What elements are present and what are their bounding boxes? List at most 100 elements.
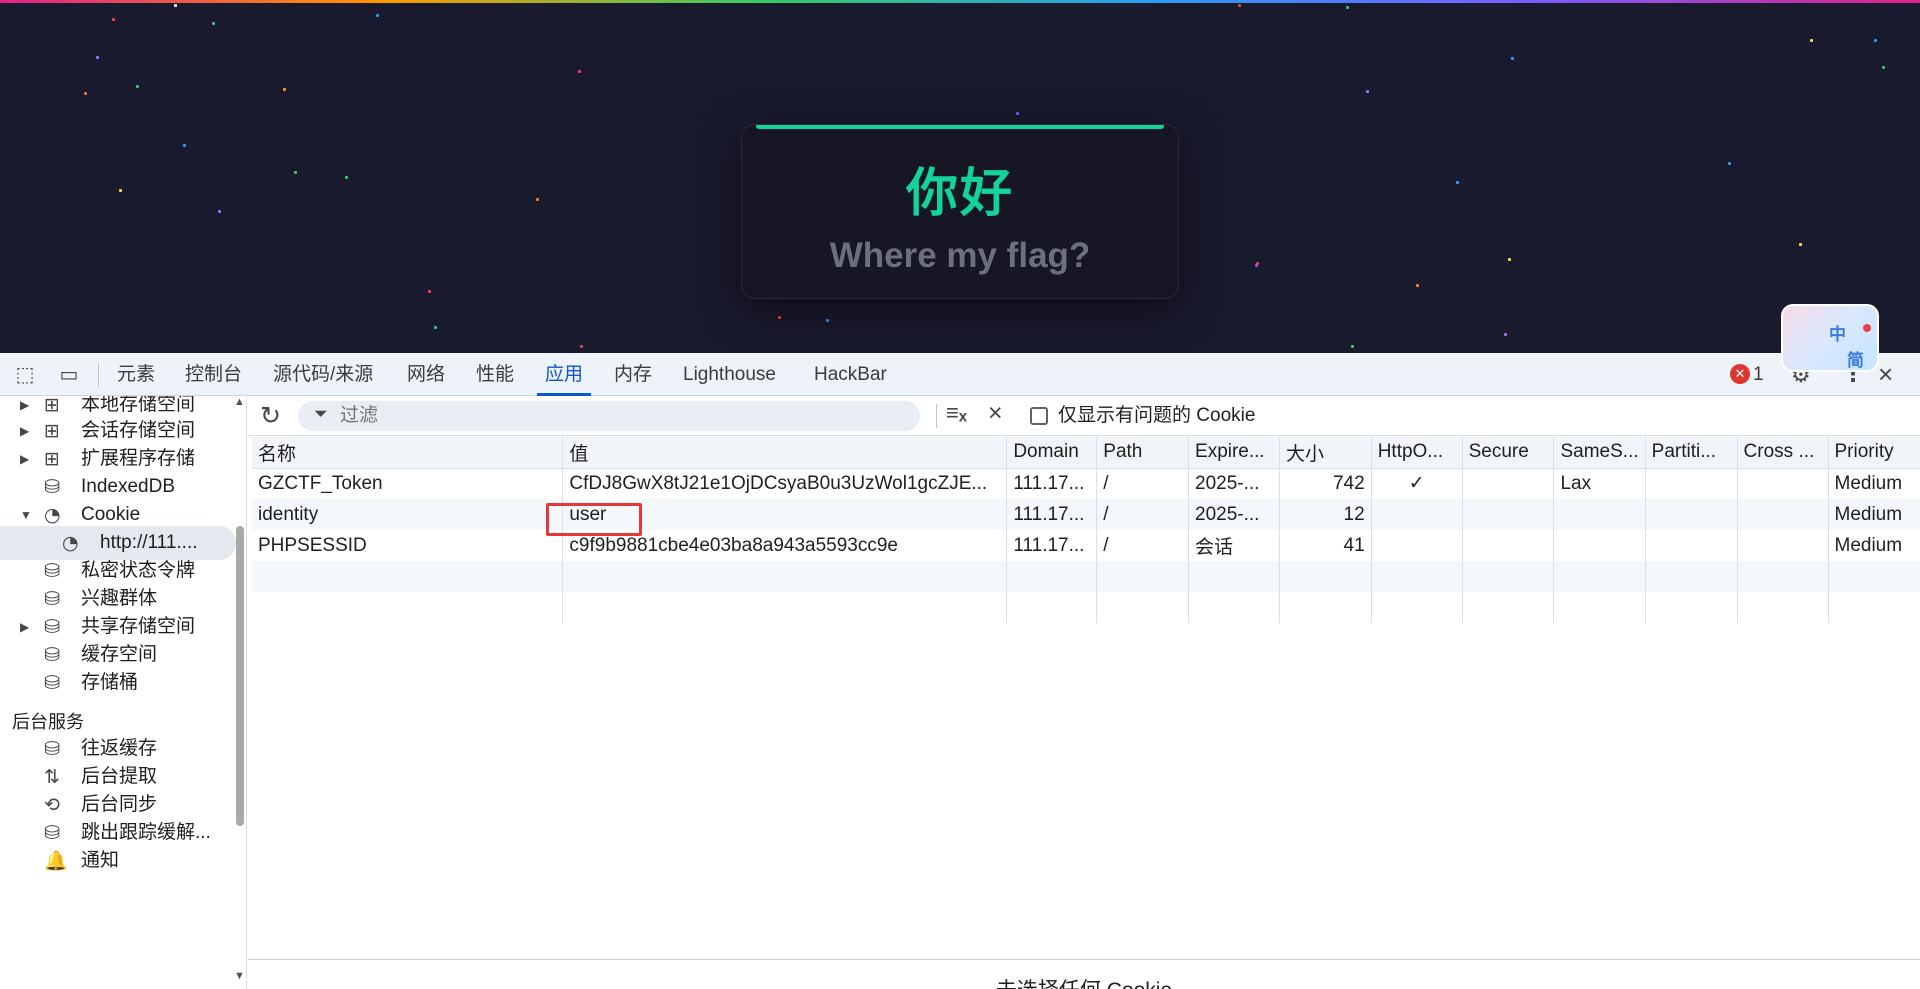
cookie-partition-cell[interactable] [1644, 530, 1738, 561]
tab-lighthouse[interactable]: Lighthouse [683, 353, 776, 396]
cookie-value-cell[interactable]: CfDJ8GwX8tJ21e1OjDCsyaB0u3UzWol1gcZJE... [562, 468, 1007, 499]
cookie-expires-cell[interactable]: 会话 [1188, 530, 1280, 561]
clear-all-cookies-icon[interactable]: ≡ₓ [946, 400, 967, 426]
cookie-domain-cell[interactable]: 111.17... [1006, 530, 1097, 561]
empty-cell [562, 592, 1007, 623]
cookie-priority-cell[interactable]: Medium [1827, 499, 1920, 530]
cookie-name-cell[interactable]: GZCTF_Token [252, 468, 563, 499]
cookie-priority-cell[interactable]: Medium [1827, 530, 1920, 561]
cookie-domain-cell[interactable]: 111.17... [1006, 468, 1097, 499]
cookie-size-cell[interactable]: 742 [1278, 468, 1372, 499]
sidebar-scroll-thumb[interactable] [236, 526, 244, 826]
inspect-element-icon[interactable]: ⬚ [12, 362, 38, 388]
scroll-up-icon[interactable]: ▲ [234, 396, 245, 408]
sidebar-scrollbar[interactable]: ▲ ▼ [232, 396, 246, 989]
empty-cell [1188, 592, 1280, 623]
column-header[interactable]: Partiti... [1644, 437, 1738, 469]
devtools-tabbar: ⬚ ▭ 元素 控制台 源代码/来源 网络 性能 应用 内存 Lighthouse… [0, 353, 1920, 396]
cookie-httponly-cell[interactable] [1370, 499, 1463, 530]
cookie-secure-cell[interactable] [1461, 530, 1554, 561]
tab-elements[interactable]: 元素 [117, 353, 155, 396]
only-issues-checkbox[interactable] [1030, 407, 1048, 425]
cookie-path-cell[interactable]: / [1096, 499, 1189, 530]
cookie-value-cell[interactable]: user [562, 499, 1007, 530]
cookie-cross-cell[interactable] [1736, 499, 1828, 530]
column-header[interactable]: HttpO... [1370, 437, 1463, 469]
cookie-samesite-cell[interactable] [1553, 530, 1646, 561]
star [1874, 39, 1877, 42]
cookie-samesite-cell[interactable]: Lax [1553, 468, 1646, 499]
tab-network[interactable]: 网络 [407, 353, 445, 396]
star [84, 92, 87, 95]
cookie-priority-cell[interactable]: Medium [1827, 468, 1920, 499]
star [536, 198, 539, 201]
filter-box[interactable]: ⏷ [298, 401, 920, 431]
cookie-partition-cell[interactable] [1644, 499, 1738, 530]
error-count[interactable]: 1 [1753, 353, 1764, 396]
tab-memory[interactable]: 内存 [614, 353, 652, 396]
cookie-value-cell[interactable]: c9f9b9881cbe4e03ba8a943a5593cc9e [562, 530, 1007, 561]
star [1508, 258, 1511, 261]
star [218, 210, 221, 213]
star [1456, 181, 1459, 184]
cookie-cross-cell[interactable] [1736, 468, 1828, 499]
empty-cell [1644, 561, 1738, 592]
cookie-path-cell[interactable]: / [1096, 468, 1189, 499]
refresh-icon[interactable]: ↻ [260, 401, 281, 431]
translate-extension-widget[interactable]: 中 简 [1781, 304, 1879, 372]
cookie-size-cell[interactable]: 41 [1278, 530, 1372, 561]
column-header[interactable]: Domain [1006, 437, 1097, 469]
column-header[interactable]: Expire... [1188, 437, 1280, 469]
cookie-expires-cell[interactable]: 2025-... [1188, 468, 1280, 499]
cookie-httponly-cell[interactable] [1370, 530, 1463, 561]
column-header[interactable]: Cross ... [1736, 437, 1828, 469]
database-icon: ⛁ [44, 672, 60, 694]
cookie-expires-cell[interactable]: 2025-... [1188, 499, 1280, 530]
cookie-name-cell[interactable]: identity [252, 499, 563, 530]
column-header[interactable]: Priority [1827, 437, 1920, 469]
error-icon[interactable]: ✕ [1730, 364, 1750, 384]
star [1416, 284, 1419, 287]
tab-console[interactable]: 控制台 [185, 353, 242, 396]
tab-performance[interactable]: 性能 [476, 353, 514, 396]
column-header[interactable]: 大小 [1278, 437, 1372, 469]
star [345, 176, 348, 179]
table-row[interactable]: GZCTF_Token CfDJ8GwX8tJ21e1OjDCsyaB0u3UzW… [252, 468, 1920, 499]
cookie-name-cell[interactable]: PHPSESSID [252, 530, 563, 561]
column-header[interactable]: 名称 [252, 437, 563, 469]
column-header[interactable]: Path [1096, 437, 1189, 469]
star [580, 345, 583, 348]
close-devtools-icon[interactable]: × [1878, 359, 1893, 390]
star [376, 14, 379, 17]
column-header[interactable]: Secure [1461, 437, 1554, 469]
cookie-domain-cell[interactable]: 111.17... [1006, 499, 1097, 530]
cookie-secure-cell[interactable] [1461, 468, 1554, 499]
sidebar-service-item[interactable]: 🔔 通知 [0, 844, 236, 878]
empty-cell [1006, 592, 1097, 623]
empty-cell [1553, 561, 1646, 592]
cookie-httponly-cell[interactable]: ✓ [1370, 468, 1463, 499]
cookie-path-cell[interactable]: / [1096, 530, 1189, 561]
scroll-down-icon[interactable]: ▼ [234, 970, 245, 982]
card-accent-bar [756, 125, 1164, 129]
filter-input[interactable] [340, 401, 900, 431]
page-title: 你好 [905, 164, 1014, 224]
empty-cell [1096, 561, 1189, 592]
column-header[interactable]: SameS... [1553, 437, 1646, 469]
tab-sources[interactable]: 源代码/来源 [273, 353, 373, 396]
cookie-cross-cell[interactable] [1736, 530, 1828, 561]
column-header[interactable]: 值 [562, 437, 1007, 469]
sidebar-item-label: 通知 [81, 850, 120, 871]
cookie-partition-cell[interactable] [1644, 468, 1738, 499]
cookie-samesite-cell[interactable] [1553, 499, 1646, 530]
table-row[interactable]: PHPSESSID c9f9b9881cbe4e03ba8a943a5593cc9… [252, 530, 1920, 561]
tab-application[interactable]: 应用 [536, 353, 592, 396]
delete-selected-icon[interactable]: × [988, 399, 1003, 428]
cookie-size-cell[interactable]: 12 [1278, 499, 1372, 530]
cookie-secure-cell[interactable] [1461, 499, 1554, 530]
table-row[interactable]: identity user 111.17.../2025-... 12 Medium [252, 499, 1920, 530]
sidebar-item[interactable]: ⛁ 存储桶 [0, 666, 236, 700]
cookie-panel: ↻ ⏷ ≡ₓ × 仅显示有问题的 Cookie 名称值DomainPathExp… [248, 396, 1920, 989]
tab-hackbar[interactable]: HackBar [814, 353, 887, 396]
device-toolbar-icon[interactable]: ▭ [56, 362, 82, 388]
